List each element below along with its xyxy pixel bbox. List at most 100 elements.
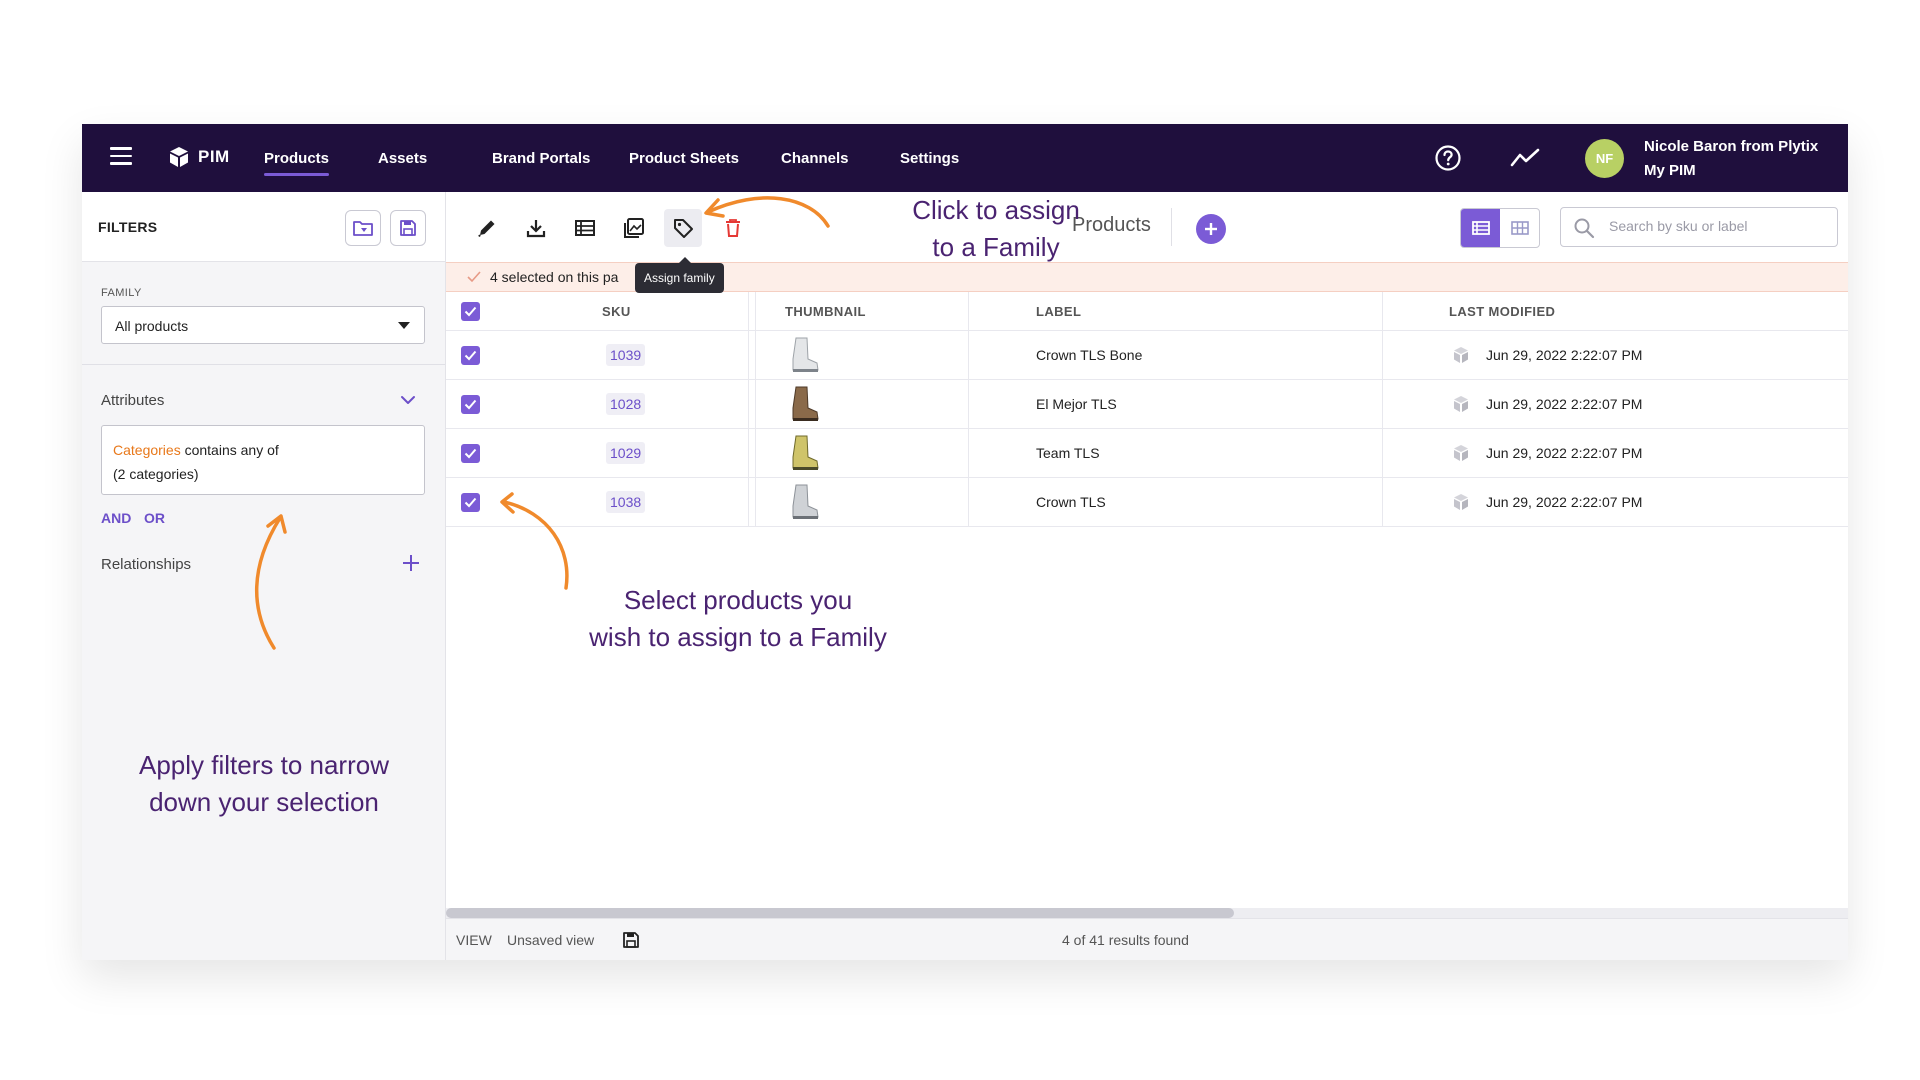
search-input[interactable] bbox=[1609, 218, 1829, 234]
column-divider bbox=[1382, 380, 1383, 428]
relationships-label[interactable]: Relationships bbox=[101, 556, 191, 573]
select-products-callout: Select products you wish to assign to a … bbox=[518, 582, 958, 656]
view-toggle bbox=[1460, 208, 1540, 248]
table-row[interactable]: 1038 Crown TLS Jun 29, 2022 2:22:07 PM bbox=[446, 478, 1848, 527]
row-checkbox[interactable] bbox=[461, 345, 480, 365]
activity-trend-icon[interactable] bbox=[1510, 146, 1540, 170]
label-cell[interactable]: Crown TLS bbox=[1036, 478, 1106, 526]
save-view-icon[interactable] bbox=[621, 930, 641, 950]
media-button[interactable] bbox=[621, 215, 647, 241]
and-button[interactable]: AND bbox=[101, 510, 131, 526]
view-label: VIEW bbox=[456, 932, 492, 948]
nav-products[interactable]: Products bbox=[264, 150, 330, 176]
hamburger-menu-icon[interactable] bbox=[110, 147, 132, 169]
category-filter-card[interactable]: Categories contains any of (2 categories… bbox=[101, 425, 425, 495]
label-cell[interactable]: El Mejor TLS bbox=[1036, 380, 1117, 428]
check-icon bbox=[464, 350, 477, 360]
list-view-button[interactable] bbox=[1461, 209, 1500, 247]
sku-link[interactable]: 1038 bbox=[606, 491, 646, 513]
table-row[interactable]: 1028 El Mejor TLS Jun 29, 2022 2:22:07 P… bbox=[446, 380, 1848, 429]
table-row[interactable]: 1029 Team TLS Jun 29, 2022 2:22:07 PM bbox=[446, 429, 1848, 478]
attributes-label[interactable]: Attributes bbox=[101, 392, 164, 409]
cube-icon bbox=[1454, 396, 1468, 412]
table-header-row: SKU THUMBNAIL LABEL LAST MODIFIED bbox=[446, 292, 1848, 331]
column-divider bbox=[755, 292, 756, 330]
nav-brand-portals[interactable]: Brand Portals bbox=[492, 150, 590, 167]
view-name[interactable]: Unsaved view bbox=[507, 932, 594, 948]
select-all-checkbox[interactable] bbox=[461, 301, 480, 321]
filters-header: FILTERS bbox=[82, 192, 445, 262]
toolbar-separator bbox=[1171, 208, 1172, 246]
horizontal-scrollbar-thumb[interactable] bbox=[446, 908, 1234, 918]
or-button[interactable]: OR bbox=[144, 510, 165, 526]
add-relationship-plus-icon[interactable] bbox=[400, 552, 422, 574]
last-modified-text: Jun 29, 2022 2:22:07 PM bbox=[1486, 396, 1643, 412]
check-icon bbox=[464, 497, 477, 507]
grid-view-icon bbox=[1510, 221, 1529, 235]
column-divider[interactable] bbox=[748, 292, 749, 330]
save-filter-button[interactable] bbox=[390, 210, 426, 246]
grid-view-button[interactable] bbox=[1500, 209, 1539, 247]
select-callout-line2: wish to assign to a Family bbox=[589, 622, 887, 652]
row-checkbox[interactable] bbox=[461, 492, 480, 512]
account-name[interactable]: My PIM bbox=[1644, 162, 1696, 179]
sku-link[interactable]: 1028 bbox=[606, 393, 646, 415]
assign-family-tooltip: Assign family bbox=[635, 257, 724, 293]
nav-channels[interactable]: Channels bbox=[781, 150, 849, 167]
column-divider bbox=[755, 429, 756, 477]
yellow-boot-thumbnail[interactable] bbox=[787, 433, 821, 473]
cube-logo-icon[interactable] bbox=[168, 146, 190, 168]
sku-link[interactable]: 1039 bbox=[606, 344, 646, 366]
attributes-table-button[interactable] bbox=[572, 215, 598, 241]
delete-button[interactable] bbox=[720, 215, 746, 241]
download-button[interactable] bbox=[523, 215, 549, 241]
grey-boot-thumbnail[interactable] bbox=[787, 482, 821, 522]
last-modified-cell: Jun 29, 2022 2:22:07 PM bbox=[1452, 429, 1642, 477]
row-checkbox[interactable] bbox=[461, 443, 480, 463]
tag-icon bbox=[674, 219, 693, 238]
avatar[interactable]: NF bbox=[1585, 139, 1624, 178]
assign-family-callout: Click to assign to a Family bbox=[886, 192, 1106, 266]
add-product-button[interactable] bbox=[1196, 214, 1226, 244]
bulk-actions-toolbar: Assign family Products bbox=[446, 192, 1848, 293]
nav-product-sheets[interactable]: Product Sheets bbox=[629, 150, 739, 167]
filter-attribute-name: Categories bbox=[113, 442, 181, 458]
column-header-sku[interactable]: SKU bbox=[602, 292, 631, 330]
folder-filter-icon bbox=[353, 221, 373, 236]
filter-folder-button[interactable] bbox=[345, 210, 381, 246]
nav-assets[interactable]: Assets bbox=[378, 150, 427, 167]
white-boot-thumbnail[interactable] bbox=[787, 335, 821, 375]
row-checkbox[interactable] bbox=[461, 394, 480, 414]
user-name[interactable]: Nicole Baron from Plytix bbox=[1644, 138, 1818, 155]
checkmark-icon bbox=[467, 271, 481, 283]
nav-settings[interactable]: Settings bbox=[900, 150, 959, 167]
last-modified-cell: Jun 29, 2022 2:22:07 PM bbox=[1452, 478, 1642, 526]
column-header-last-modified[interactable]: LAST MODIFIED bbox=[1449, 292, 1555, 330]
family-select-value: All products bbox=[115, 318, 189, 334]
main-content: Assign family Products Search by sku or … bbox=[446, 192, 1848, 960]
column-header-thumbnail[interactable]: THUMBNAIL bbox=[785, 292, 866, 330]
family-select[interactable]: All products bbox=[101, 306, 425, 344]
brand-name: PIM bbox=[198, 147, 230, 166]
edit-button[interactable] bbox=[474, 215, 500, 241]
table-icon bbox=[575, 220, 595, 236]
table-row[interactable]: 1039 Crown TLS Bone Jun 29, 2022 2:22:07… bbox=[446, 331, 1848, 380]
sku-link[interactable]: 1029 bbox=[606, 442, 646, 464]
column-header-label[interactable]: LABEL bbox=[1036, 292, 1081, 330]
list-view-icon bbox=[1471, 221, 1490, 235]
thumbnail-cell bbox=[787, 331, 821, 379]
assign-family-button[interactable] bbox=[664, 209, 702, 247]
pencil-icon bbox=[478, 220, 495, 238]
chevron-down-icon[interactable] bbox=[400, 392, 416, 408]
caret-down-icon bbox=[398, 322, 410, 329]
assign-callout-line1: Click to assign bbox=[912, 195, 1080, 225]
help-icon[interactable] bbox=[1434, 144, 1462, 172]
row-checkbox-cell bbox=[461, 331, 480, 379]
column-divider bbox=[968, 380, 969, 428]
label-cell[interactable]: Team TLS bbox=[1036, 429, 1100, 477]
thumbnail-cell bbox=[787, 429, 821, 477]
column-divider bbox=[748, 331, 749, 379]
brown-boot-thumbnail[interactable] bbox=[787, 384, 821, 424]
label-cell[interactable]: Crown TLS Bone bbox=[1036, 331, 1142, 379]
last-modified-cell: Jun 29, 2022 2:22:07 PM bbox=[1452, 380, 1642, 428]
